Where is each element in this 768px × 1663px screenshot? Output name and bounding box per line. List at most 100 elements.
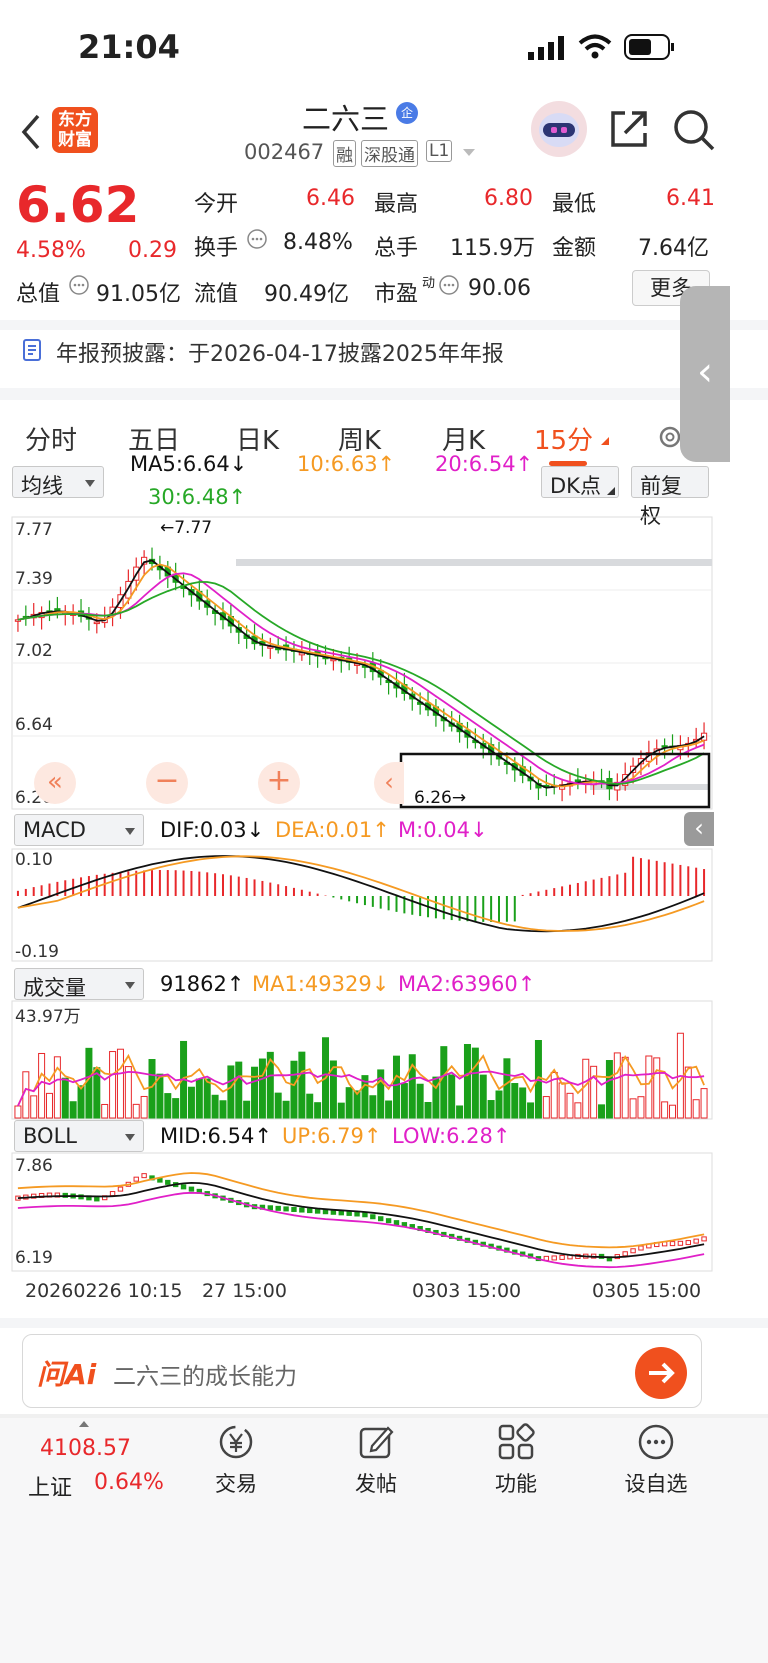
open-value: 6.46 <box>306 186 355 211</box>
price-axis-label: 6.64 <box>15 715 53 735</box>
volume-bar <box>282 1100 290 1119</box>
side-drawer-handle[interactable]: ‹ <box>680 286 730 462</box>
boll-candle <box>393 1220 400 1226</box>
index-name[interactable]: 上证 <box>28 1470 72 1502</box>
macd-axis-label: -0.19 <box>15 942 59 962</box>
collapse-button[interactable]: ‹ <box>684 812 714 846</box>
volume-bar <box>251 1066 259 1119</box>
ma-select[interactable]: 均线 <box>12 466 104 498</box>
pe-label: 市盈 <box>374 282 419 307</box>
nav-add-watchlist[interactable]: 设自选 <box>596 1468 716 1498</box>
boll-candle <box>133 1176 139 1182</box>
volume-select[interactable]: 成交量 <box>14 968 144 1000</box>
arrow-right-icon[interactable] <box>635 1347 687 1399</box>
nav-trade[interactable]: 交易 <box>176 1468 296 1498</box>
volume-bar <box>53 1056 61 1119</box>
boll-candle <box>109 1191 116 1197</box>
volume-bar <box>77 1085 85 1119</box>
grid-function-icon[interactable] <box>496 1422 536 1462</box>
pe-dynamic-mark: 动 <box>422 276 436 291</box>
volume-bar <box>629 1098 637 1119</box>
volume-bar <box>85 1047 93 1119</box>
volume-bar <box>219 1100 227 1119</box>
status-time: 21:04 <box>78 28 180 66</box>
volume-bar <box>132 1103 140 1119</box>
volume-bar <box>140 1095 148 1119</box>
volume-chart[interactable] <box>0 1000 768 1120</box>
boll-candle <box>370 1214 376 1220</box>
notice-bar[interactable]: 年报预披露：于2026-04-17披露2025年年报 <box>0 330 768 388</box>
index-value[interactable]: 4108.57 <box>40 1436 131 1461</box>
robot-avatar-icon[interactable] <box>530 100 588 158</box>
volume-bar <box>203 1078 211 1119</box>
nav-function[interactable]: 功能 <box>456 1468 576 1498</box>
chart-frame <box>11 848 713 962</box>
back-icon[interactable] <box>18 112 42 152</box>
volume-bar <box>511 1083 519 1119</box>
volume-bar <box>621 1056 629 1119</box>
boll-band-line <box>17 1181 705 1259</box>
document-icon <box>23 339 41 361</box>
macd-chart[interactable] <box>0 848 768 964</box>
volume-bar <box>274 1092 282 1119</box>
volume-axis-label: 43.97万 <box>15 1007 81 1027</box>
boll-candle <box>188 1186 195 1192</box>
volume-bar <box>164 1093 172 1119</box>
volume-bar <box>566 1092 574 1119</box>
turnover-value: 8.48% <box>283 230 353 255</box>
quote-panel: 6.62 4.58% 0.29 今开 6.46 最高 6.80 最低 6.41 … <box>0 176 768 332</box>
adjust-button[interactable]: 前复权 <box>631 466 709 528</box>
volume-bar <box>243 1100 251 1119</box>
info-icon[interactable] <box>68 274 90 296</box>
boll-candle <box>638 1245 644 1251</box>
change-percent: 4.58% <box>16 238 86 263</box>
low-value: 6.41 <box>666 186 715 211</box>
low-label: 最低 <box>552 192 597 217</box>
volume-bar <box>692 1099 700 1119</box>
tab-intraday[interactable]: 分时 <box>25 420 77 457</box>
ai-ask-bar[interactable]: 问Ai 二六三的成长能力 <box>22 1334 702 1408</box>
volume-bar <box>314 1102 322 1119</box>
macd-select[interactable]: MACD <box>14 814 144 846</box>
volume-bar <box>369 1095 377 1119</box>
ai-input-placeholder[interactable]: 二六三的成长能力 <box>113 1357 297 1391</box>
nav-post[interactable]: 发帖 <box>316 1468 436 1498</box>
volume-bar <box>61 1077 69 1119</box>
boll-candle <box>338 1210 344 1216</box>
volume-bar <box>385 1100 393 1119</box>
index-change[interactable]: 0.64% <box>94 1470 164 1495</box>
time-axis-label: 27 15:00 <box>202 1280 287 1302</box>
time-axis-label: 20260226 10:15 <box>25 1280 183 1302</box>
share-icon[interactable] <box>608 108 650 150</box>
trade-yen-icon[interactable] <box>216 1422 256 1462</box>
boll-candle <box>630 1248 636 1254</box>
boll-candle <box>322 1209 329 1215</box>
boll-select[interactable]: BOLL <box>14 1120 144 1152</box>
volume-bar <box>590 1065 598 1119</box>
volume-bar <box>653 1057 661 1119</box>
compose-icon[interactable] <box>356 1422 396 1462</box>
mcap-label: 总值 <box>16 282 61 307</box>
tab-15min[interactable]: 15分 <box>534 420 593 457</box>
boll-candle <box>685 1240 691 1246</box>
stock-code: 002467 <box>244 140 325 164</box>
chevron-down-icon[interactable] <box>462 148 476 158</box>
boll-candle <box>622 1251 628 1257</box>
boll-candle <box>275 1205 281 1211</box>
price-axis-label: 7.02 <box>15 641 53 661</box>
tag-connect: 深股通 <box>361 140 418 167</box>
info-icon[interactable] <box>438 274 460 296</box>
more-dots-icon[interactable] <box>636 1422 676 1462</box>
boll-band-line <box>17 1172 705 1249</box>
volume-bar <box>30 1095 38 1119</box>
volume-bar <box>227 1065 235 1119</box>
boll-candle <box>117 1186 124 1192</box>
zoom-out-button[interactable]: − <box>146 762 188 804</box>
zoom-in-button[interactable]: + <box>258 762 300 804</box>
boll-chart[interactable] <box>0 1152 768 1272</box>
info-icon[interactable] <box>246 228 268 250</box>
scroll-left-button[interactable]: « <box>34 762 76 804</box>
search-icon[interactable] <box>672 108 716 152</box>
boll-low-label: LOW:6.28↑ <box>392 1124 511 1148</box>
volume-bar <box>235 1061 243 1119</box>
